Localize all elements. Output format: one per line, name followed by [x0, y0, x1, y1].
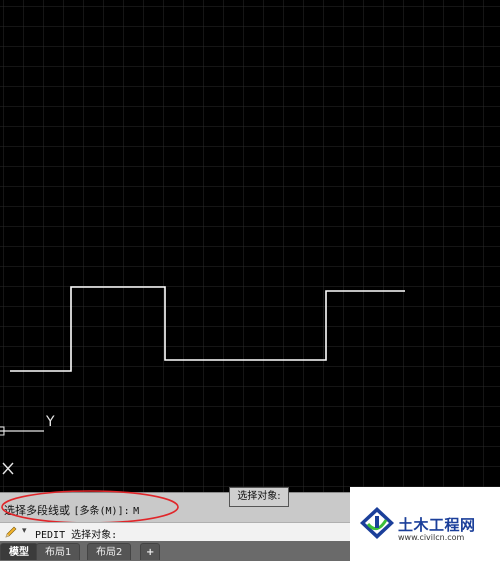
- grid: [0, 0, 500, 492]
- logo-icon: [360, 507, 394, 539]
- tab-layout1[interactable]: 布局1: [36, 543, 81, 560]
- dropdown-caret-icon[interactable]: ▾: [22, 526, 27, 536]
- watermark-url: www.civilcn.com: [398, 533, 465, 542]
- layout-tabs: 模型 布局1 布局2 +: [0, 541, 350, 561]
- watermark-name: 土木工程网: [398, 516, 476, 534]
- command-typed-value: M: [133, 506, 140, 517]
- tab-layout2[interactable]: 布局2: [87, 543, 132, 560]
- command-option: [多条(M)]:: [73, 506, 130, 517]
- command-prompt-label: 选择多段线或: [4, 504, 70, 517]
- cursor-tooltip: 选择对象:: [229, 487, 289, 507]
- watermark: 土木工程网 www.civilcn.com: [350, 487, 500, 561]
- command-line[interactable]: ▾ PEDIT 选择对象:: [0, 522, 350, 541]
- canvas-svg[interactable]: Y: [0, 0, 500, 492]
- ucs-y-label: Y: [45, 414, 55, 430]
- drawing-canvas[interactable]: Y: [0, 0, 500, 492]
- tab-model[interactable]: 模型: [0, 543, 38, 560]
- add-layout-button[interactable]: +: [140, 543, 161, 560]
- command-input-prompt[interactable]: PEDIT 选择对象:: [35, 526, 117, 541]
- pencil-icon[interactable]: [4, 525, 18, 539]
- command-history: 选择多段线或 [多条(M)]: M: [0, 492, 350, 522]
